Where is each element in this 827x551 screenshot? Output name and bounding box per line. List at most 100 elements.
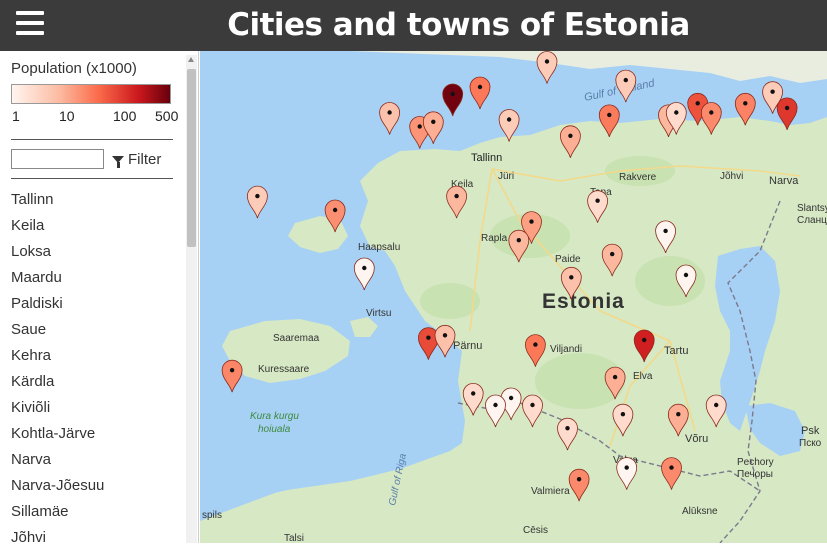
map-label: Pechory [737,457,774,468]
map-pin-dot [471,391,476,396]
map-pin-dot [529,219,534,224]
map-label: Сланцы [797,215,827,226]
map-pin-dot [450,91,455,97]
map-marker[interactable] [536,51,558,84]
map-pin-dot [576,477,582,482]
map-pin-dot [516,238,521,243]
legend-title: Population (x1000) [11,60,137,77]
map-pin-dot [477,84,483,90]
map-label: Tartu [664,345,688,357]
list-item[interactable]: Narva [11,447,181,473]
legend-tick: 100 [113,108,137,124]
list-item[interactable]: Maardu [11,265,181,291]
map-label: Jüri [498,171,514,182]
map-label: Psk [801,425,820,437]
map-pin-dot [426,335,431,340]
map-pin-dot [770,89,775,94]
map-pin-dot [623,77,628,83]
map-marker[interactable] [247,185,268,219]
list-item[interactable]: Kehra [11,343,181,369]
map-label: Alūksne [682,506,718,517]
list-item[interactable]: Kiviõli [11,395,181,421]
map-pin-dot [506,117,512,122]
map-pin-dot [332,207,338,213]
map-pin-dot [695,101,700,106]
map-marker[interactable] [221,359,243,393]
map-label: Tallinn [471,152,502,164]
map-pin-dot [530,402,535,408]
map-label: Narva [769,175,799,187]
map-marker[interactable] [615,69,637,103]
map-pin-dot [229,368,235,373]
divider [11,178,173,179]
legend-tick: 500 [155,108,179,124]
filter-button-label: Filter [128,150,162,168]
map-pin-dot [610,251,615,257]
map-marker[interactable] [422,111,444,144]
page-title: Cities and towns of Estonia [227,7,690,43]
map-pin-dot [669,465,674,470]
legend-tick: 1 [12,108,20,124]
map-label: hoiuala [258,424,291,435]
map-pin-dot [607,112,612,118]
list-item[interactable]: Kärdla [11,369,181,395]
map-label: Rakvere [619,172,657,183]
map-marker[interactable] [469,76,491,110]
scrollbar-thumb[interactable] [187,69,196,247]
map-pin-dot [624,465,629,470]
map-pin-dot [568,133,573,138]
list-item[interactable]: Jõhvi [11,525,181,551]
map-label: Paide [555,254,581,265]
map-view[interactable]: Gulf of Finland Tallinn Keila Jüri Rakve… [200,51,827,543]
list-item[interactable]: Narva-Jõesuu [11,473,181,499]
map-label: Talsi [284,533,304,543]
map-canvas[interactable]: Gulf of Finland Tallinn Keila Jüri Rakve… [200,51,827,543]
hamburger-menu-icon[interactable] [14,9,46,37]
map-marker[interactable] [379,102,401,135]
map-pin-dot [417,124,422,129]
list-item[interactable]: Loksa [11,239,181,265]
header-bar: Cities and towns of Estonia [0,0,827,51]
map-pin-icon [379,102,401,135]
map-pin-dot [743,101,748,106]
scroll-up-arrow-icon[interactable] [188,57,194,62]
legend-tick: 10 [59,108,75,124]
sidebar-scrollbar[interactable] [186,55,197,543]
map-pin-dot [493,402,498,408]
map-label: Rapla [481,233,508,244]
map-marker[interactable] [434,324,456,358]
map-marker[interactable] [442,83,464,117]
list-item[interactable]: Keila [11,213,181,239]
filter-button[interactable]: Filter [112,148,161,170]
map-marker[interactable] [353,257,375,291]
map-pin-icon [615,69,637,103]
map-label: Saaremaa [273,333,320,344]
map-pin-dot [674,110,679,115]
map-pin-dot [642,337,647,343]
list-item[interactable]: Tallinn [11,187,181,213]
map-pin-dot [454,193,459,199]
list-item[interactable]: Paldiski [11,291,181,317]
map-pin-dot [620,412,626,417]
map-pin-dot [569,275,574,280]
map-pin-icon [247,185,268,219]
map-pin-dot [784,105,790,111]
map-pin-icon [536,51,558,84]
map-pin-icon [434,324,456,358]
map-label: Slantsy [797,203,827,214]
map-pin-dot [387,110,392,115]
map-pin-dot [362,265,367,271]
list-item[interactable]: Saue [11,317,181,343]
map-pin-dot [663,228,668,234]
map-pin-icon [221,359,243,393]
map-pin-dot [442,333,448,338]
map-label: Valmiera [531,486,570,497]
list-item[interactable]: Kohtla-Järve [11,421,181,447]
map-label: Haapsalu [358,242,400,253]
map-label: Jõhvi [720,171,743,182]
map-pin-dot [595,198,600,203]
map-label: Elva [633,371,653,382]
map-pin-dot [565,426,570,431]
filter-input[interactable] [11,149,104,169]
list-item[interactable]: Sillamäe [11,499,181,525]
